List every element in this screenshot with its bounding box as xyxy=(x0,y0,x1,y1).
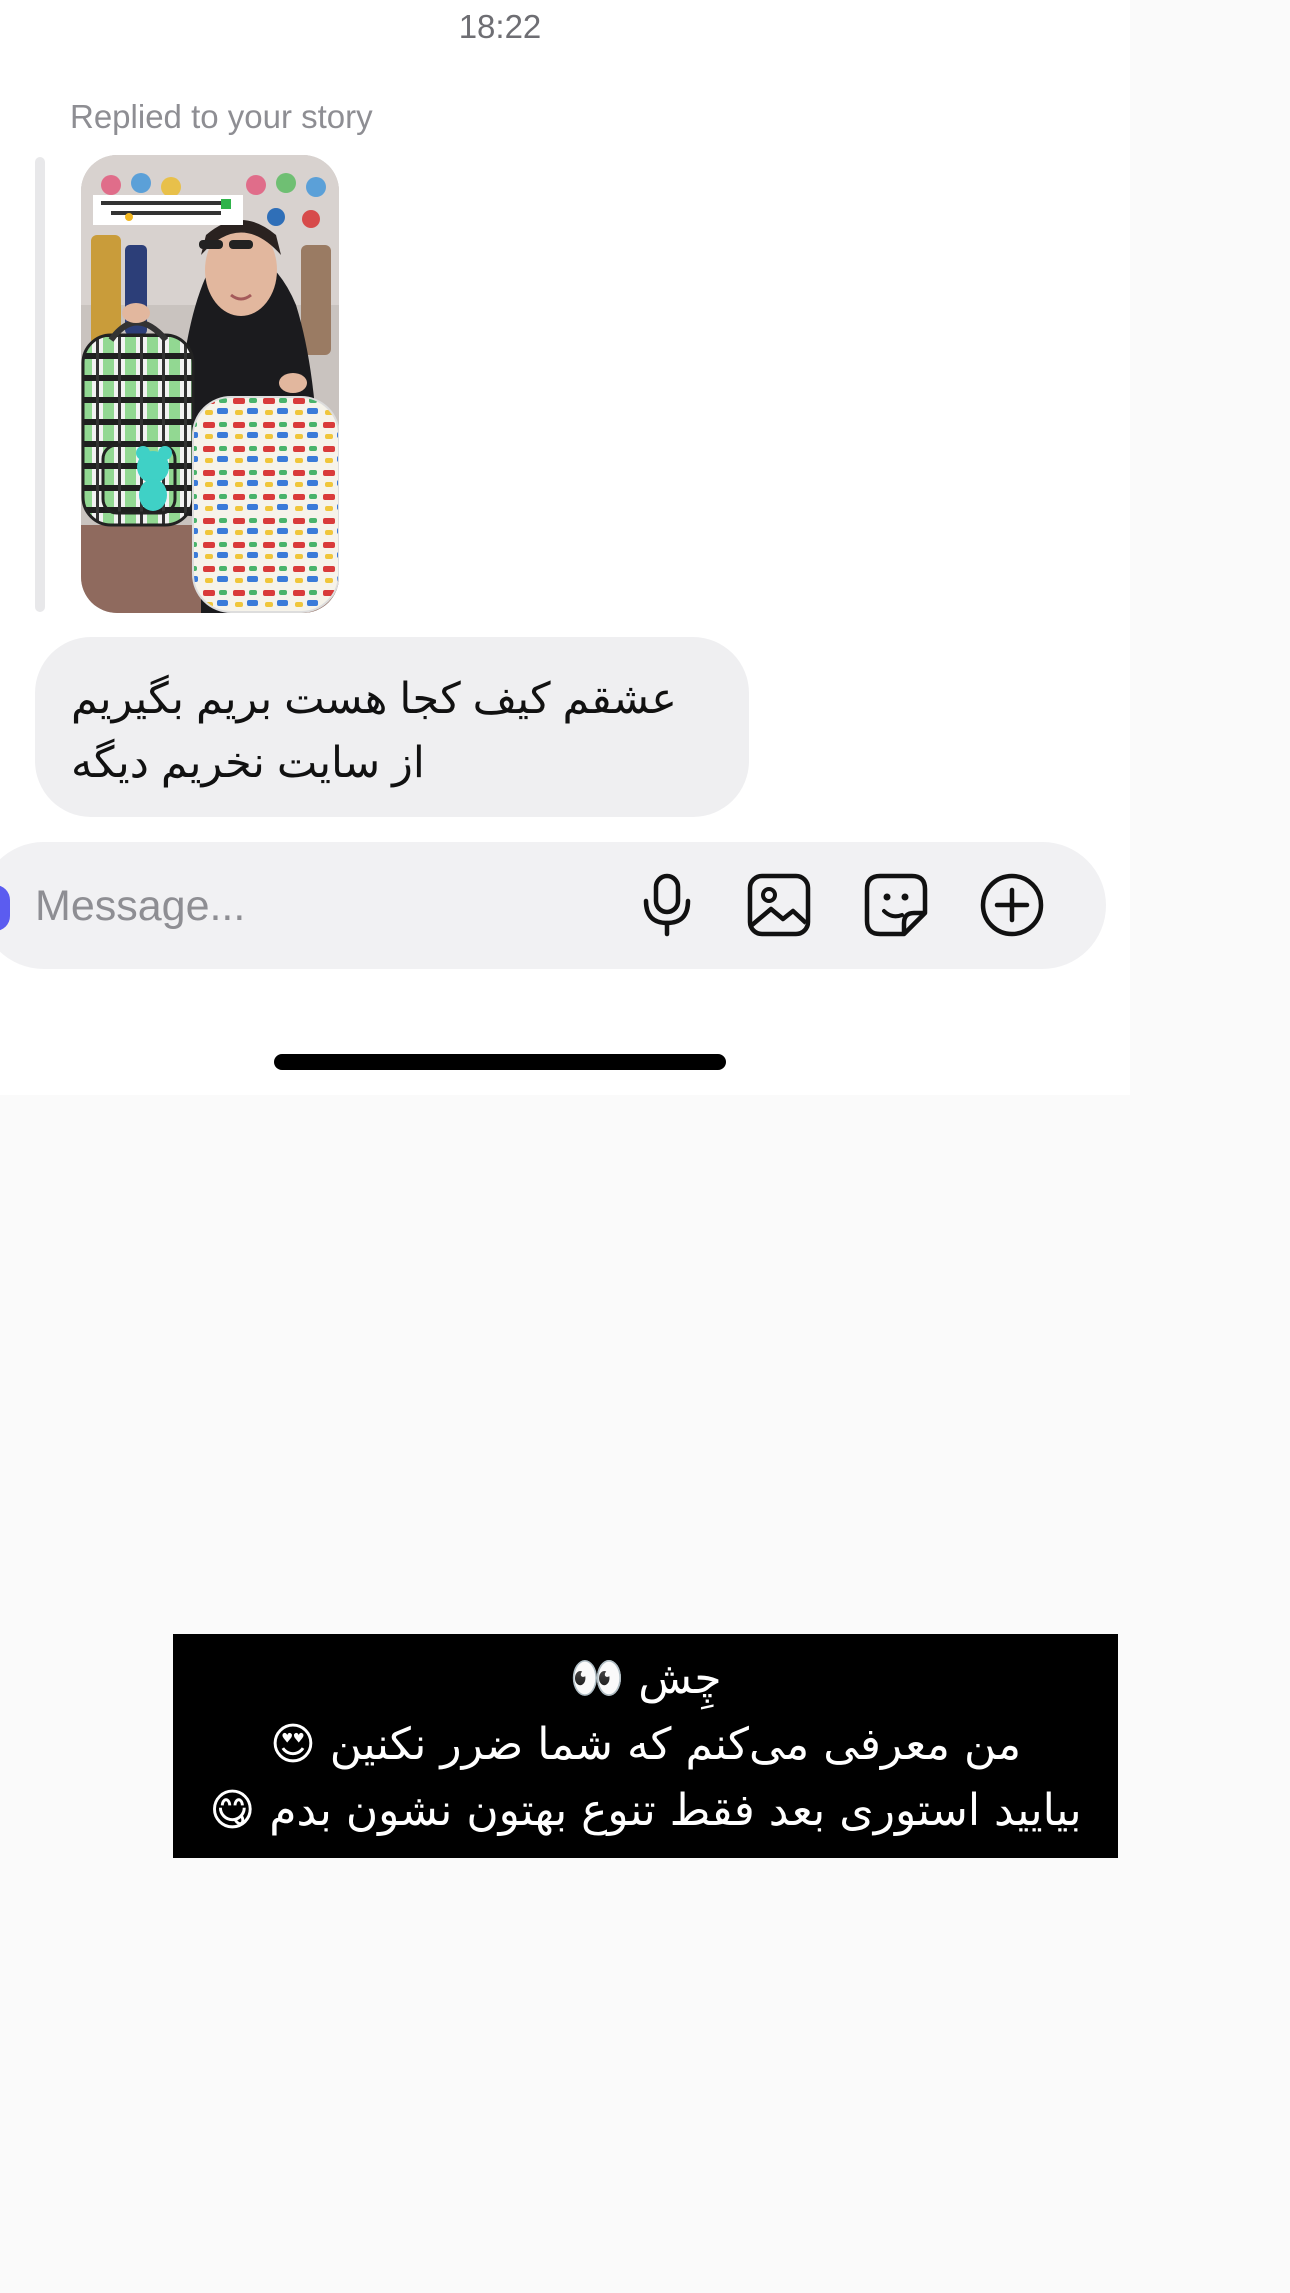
story-reply-label: Replied to your story xyxy=(70,98,373,135)
story-thumbnail[interactable] xyxy=(81,155,339,613)
chat-panel: 18:22 Replied to your story عشقم کیف کجا… xyxy=(0,0,1130,1095)
story-caption-overlay: چِش 👀 من معرفی می‌کنم که شما ضرر نکنین 😍… xyxy=(173,1634,1118,1858)
sticker-icon[interactable] xyxy=(861,870,931,940)
message-text-line: عشقم کیف کجا هست بریم بگیریم xyxy=(71,675,677,723)
image-icon[interactable] xyxy=(744,870,814,940)
home-indicator[interactable] xyxy=(274,1054,726,1070)
caption-line: بیایید استوری بعد فقط تنوع بهتون نشون بد… xyxy=(209,1785,1082,1836)
message-timestamp: 18:22 xyxy=(458,8,542,45)
message-bubble[interactable]: عشقم کیف کجا هست بریم بگیریم از سایت نخر… xyxy=(35,637,749,817)
reply-indicator-bar xyxy=(35,157,45,612)
message-input[interactable] xyxy=(35,878,595,934)
caption-line: چِش 👀 xyxy=(569,1653,722,1704)
message-text-line: از سایت نخریم دیگه xyxy=(71,739,425,787)
add-circle-icon[interactable] xyxy=(977,870,1047,940)
microphone-icon[interactable] xyxy=(632,870,702,940)
caption-line: من معرفی می‌کنم که شما ضرر نکنین 😍 xyxy=(269,1719,1022,1770)
